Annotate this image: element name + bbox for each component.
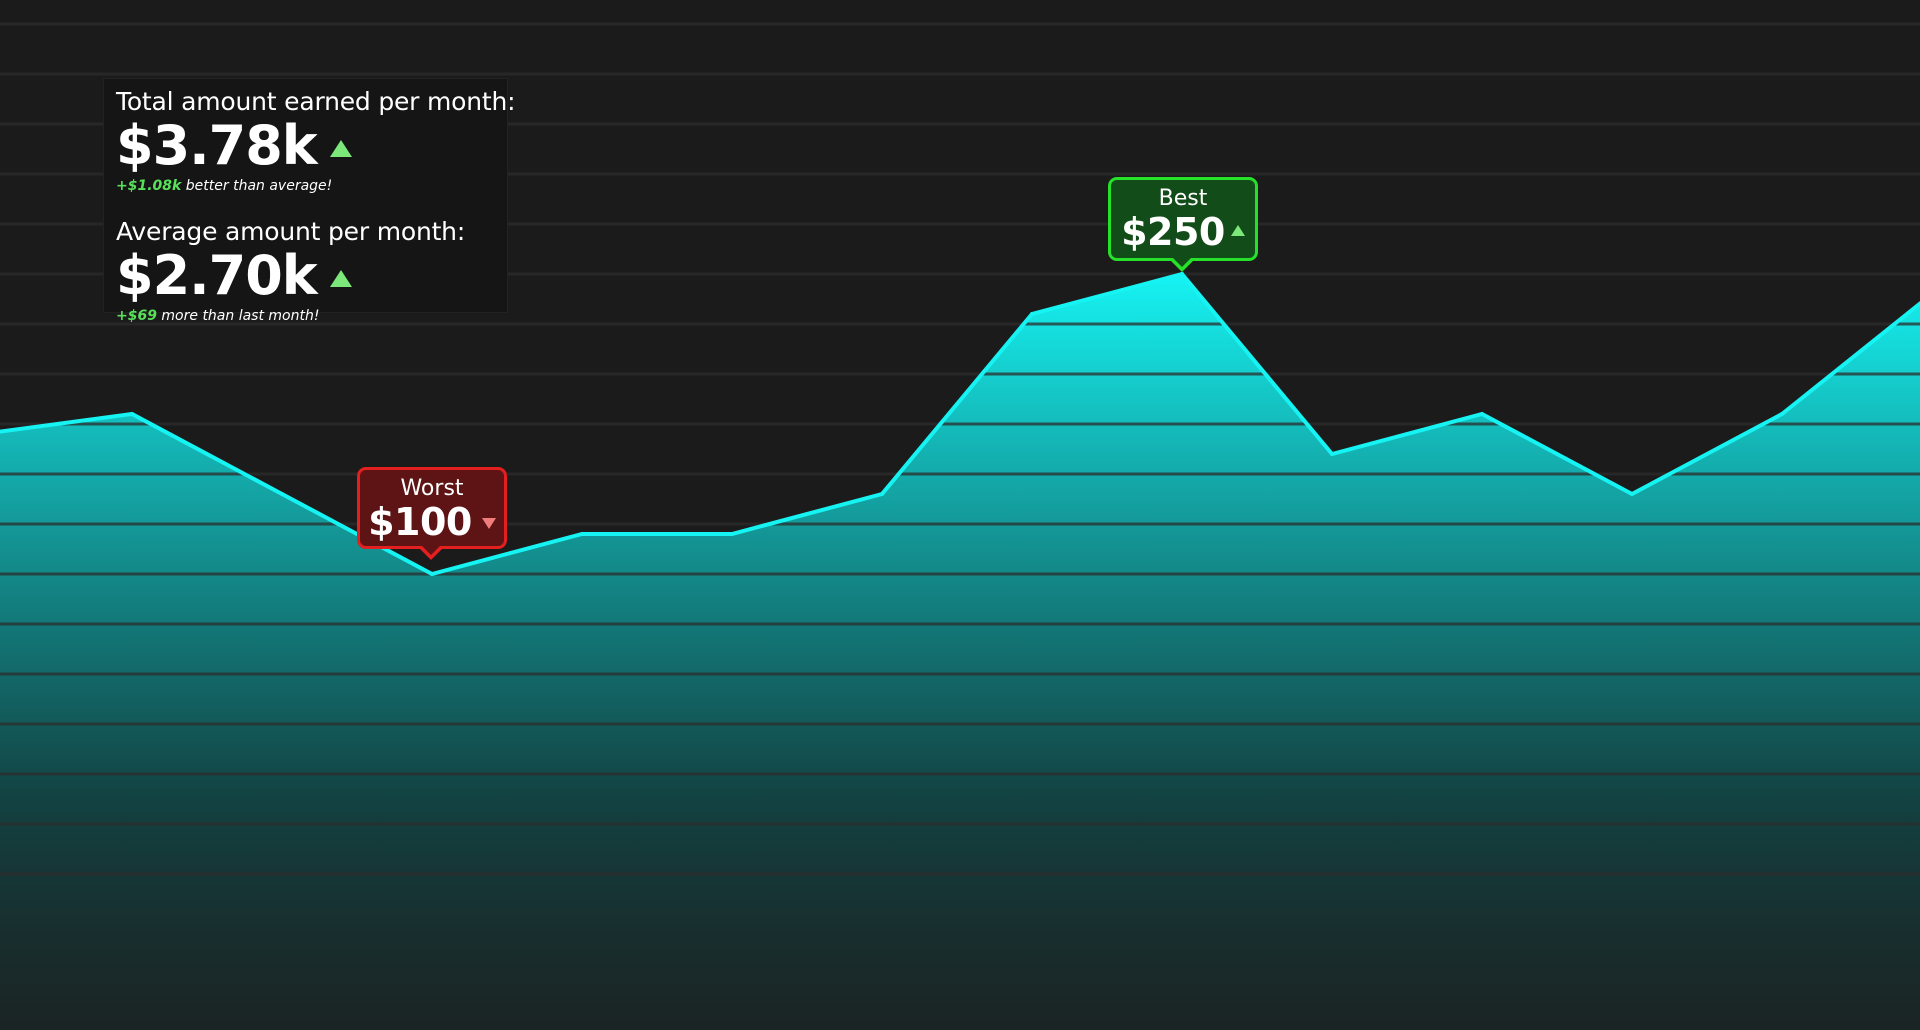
trend-up-icon: [329, 269, 352, 287]
data-point: [1780, 412, 1784, 416]
data-point: [280, 492, 284, 496]
best-callout: Best $250: [1108, 177, 1258, 261]
total-label: Total amount earned per month:: [116, 87, 516, 116]
best-label: Best: [1158, 186, 1208, 211]
worst-value: $100: [368, 500, 472, 544]
trend-down-icon: [481, 517, 496, 529]
best-value-row: $250: [1111, 212, 1255, 252]
total-delta: +$1.08k: [116, 178, 182, 194]
data-point: [1330, 452, 1334, 456]
worst-value-row: $100: [360, 502, 504, 542]
data-point: [1180, 272, 1184, 276]
trend-up-icon: [329, 139, 352, 157]
data-point: [1630, 492, 1634, 496]
worst-label: Worst: [400, 476, 464, 501]
area-layer: [0, 274, 1920, 1030]
chart-stage: Total amount earned per month: $3.78k +$…: [0, 0, 1920, 1030]
worst-callout-pointer-fill: [421, 545, 441, 555]
trend-up-icon: [1230, 224, 1245, 236]
average-value-row: $2.70k: [116, 247, 507, 305]
average-delta: +$69: [116, 308, 157, 324]
data-point: [430, 572, 434, 576]
average-label: Average amount per month:: [116, 217, 466, 246]
data-point: [880, 492, 884, 496]
average-stat: Average amount per month: $2.70k +$69 mo…: [116, 217, 507, 325]
average-note: +$69 more than last month!: [116, 307, 507, 325]
total-note: +$1.08k better than average!: [116, 177, 507, 195]
data-point: [130, 412, 134, 416]
total-stat: Total amount earned per month: $3.78k +$…: [116, 87, 516, 195]
total-value: $3.78k: [116, 114, 318, 177]
data-point: [1030, 312, 1034, 316]
total-value-row: $3.78k: [116, 117, 507, 175]
best-callout-pointer-fill: [1172, 257, 1192, 267]
average-note-text: more than last month!: [156, 308, 320, 324]
total-note-text: better than average!: [181, 178, 333, 194]
series-area-fill: [0, 274, 1920, 1030]
best-value: $250: [1121, 210, 1225, 254]
summary-panel: Total amount earned per month: $3.78k +$…: [103, 78, 516, 324]
data-point: [1480, 412, 1484, 416]
data-point: [580, 532, 584, 536]
worst-callout: Worst $100: [357, 467, 507, 549]
data-point: [730, 532, 734, 536]
average-value: $2.70k: [116, 244, 318, 307]
